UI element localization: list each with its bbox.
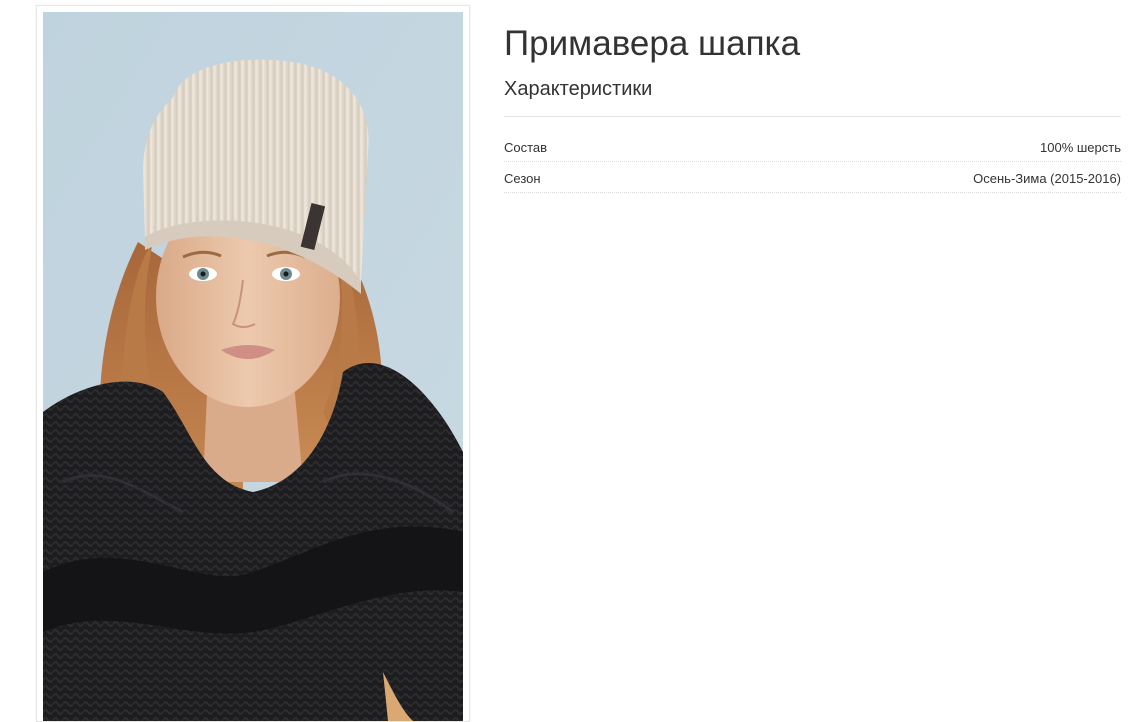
product-photo[interactable] — [43, 12, 463, 721]
spec-value: Осень-Зима (2015-2016) — [973, 170, 1121, 186]
spec-name: Состав — [504, 140, 548, 155]
spec-value: 100% шерсть — [1040, 140, 1121, 155]
spec-row-season: Сезон Осень-Зима (2015-2016) — [504, 162, 1121, 193]
characteristics-table: Состав 100% шерсть Сезон Осень-Зима (201… — [504, 132, 1121, 193]
product-photo-illustration — [43, 12, 463, 721]
spec-name: Сезон — [504, 170, 541, 186]
product-title: Примавера шапка — [504, 24, 801, 63]
spec-row-composition: Состав 100% шерсть — [504, 132, 1121, 162]
product-image-frame — [36, 5, 470, 722]
product-page: Примавера шапка Характеристики Состав 10… — [0, 0, 1129, 722]
characteristics-heading: Характеристики — [504, 75, 1121, 117]
product-info: Примавера шапка Характеристики Состав 10… — [504, 22, 1121, 193]
